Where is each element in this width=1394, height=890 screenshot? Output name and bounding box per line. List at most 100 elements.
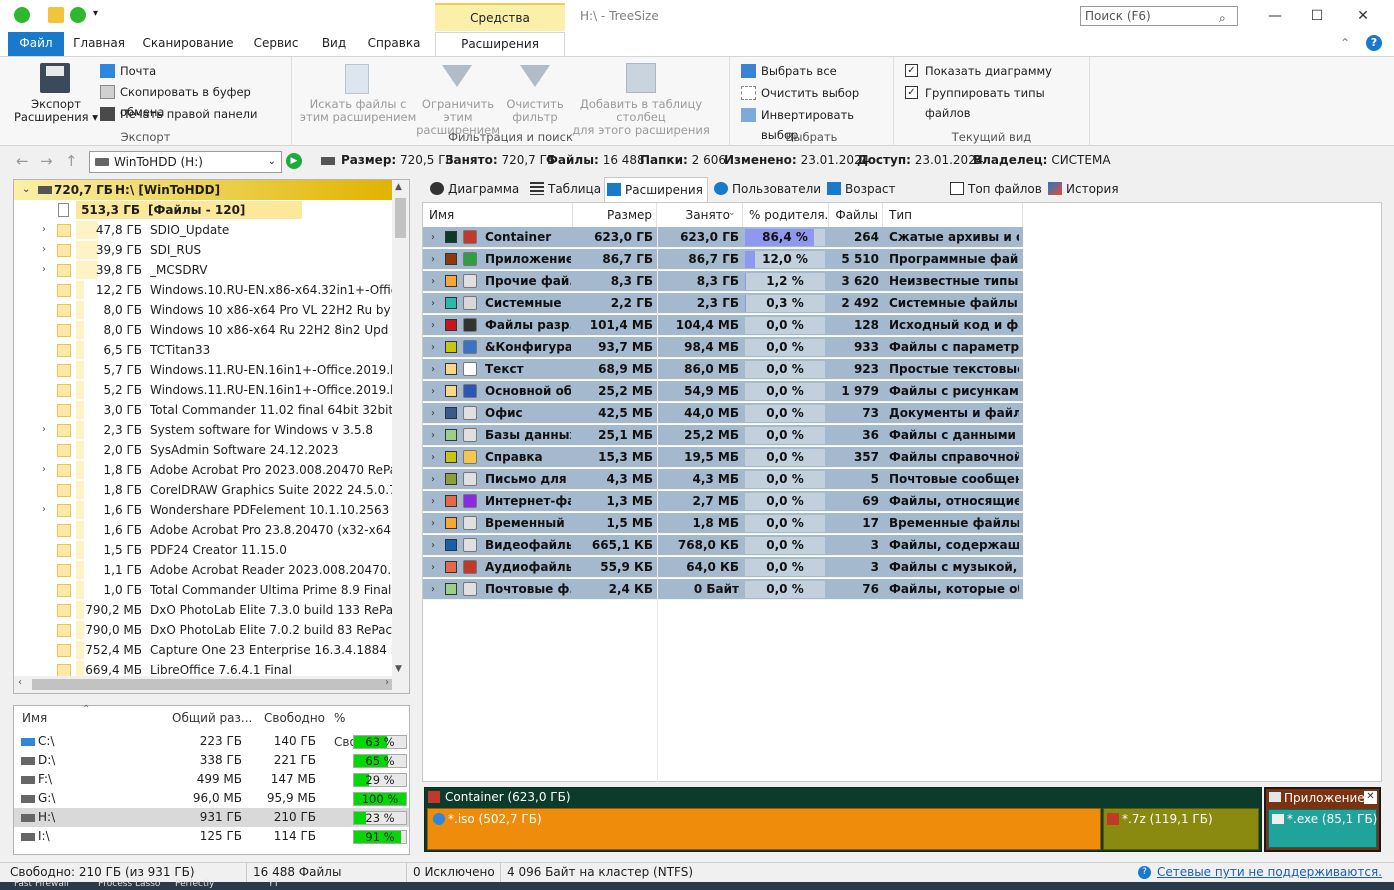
- tree-folder-row[interactable]: › 47,8 ГБ SDIO_Update: [14, 220, 392, 240]
- scroll-thumb[interactable]: [395, 198, 406, 238]
- mail-button[interactable]: Почта: [100, 61, 156, 81]
- table-row[interactable]: › Интернет-фа... 1,3 МБ 2,7 МБ 0,0 % 69 Файлы,…: [423, 491, 1023, 512]
- taskbar-item[interactable]: YT: [268, 879, 279, 889]
- col-header-name[interactable]: Имя: [423, 203, 573, 227]
- tab-view[interactable]: Вид: [316, 32, 352, 56]
- chevron-right-icon[interactable]: ›: [42, 500, 46, 520]
- collapse-ribbon-icon[interactable]: ⌃: [1340, 36, 1350, 50]
- tree-folder-row[interactable]: 1,6 ГБ Adobe Acrobat Pro 23.8.20470 (x32-…: [14, 520, 392, 540]
- tab-help[interactable]: Справка: [364, 32, 424, 56]
- table-row[interactable]: › Базы данных 25,1 МБ 25,2 МБ 0,0 % 36 Файлы с…: [423, 425, 1023, 446]
- table-row[interactable]: › Почтовые ф... 2,4 КБ 0 Байт 0,0 % 76 Файлы, …: [423, 579, 1023, 600]
- print-button[interactable]: Печать правой панели: [100, 104, 258, 124]
- tab-scan[interactable]: Сканирование: [140, 32, 236, 56]
- copy-clipboard-button[interactable]: Скопировать в буфер обмена: [100, 82, 291, 119]
- chevron-right-icon[interactable]: ›: [431, 315, 435, 336]
- clear-selection-button[interactable]: Очистить выбор: [741, 83, 859, 103]
- table-row[interactable]: › Системные 2,2 ГБ 2,3 ГБ 0,3 % 2 492 Системны…: [423, 293, 1023, 314]
- col-header-size[interactable]: Размер: [573, 203, 657, 227]
- help-icon[interactable]: ?: [1366, 35, 1382, 51]
- table-row[interactable]: › Видеофайлы 665,1 КБ 768,0 КБ 0,0 % 3 Файлы, …: [423, 535, 1023, 556]
- drive-row[interactable]: H:\ 931 ГБ 210 ГБ 23 %: [14, 808, 409, 827]
- tree-folder-row[interactable]: 8,0 ГБ Windows 10 x86-x64 Ru 22H2 8in2 Up…: [14, 320, 392, 340]
- scan-go-icon[interactable]: ▶: [286, 153, 302, 169]
- scan-icon[interactable]: [70, 7, 86, 23]
- table-row[interactable]: › Container 623,0 ГБ 623,0 ГБ 86,4 % 264 Сжаты…: [423, 227, 1023, 248]
- treemap-7z-block[interactable]: *.7z (119,1 ГБ): [1103, 808, 1259, 850]
- drive-combo[interactable]: WinToHDD (H:) ⌄: [89, 151, 282, 173]
- back-icon[interactable]: ←: [16, 152, 29, 170]
- drive-header-name[interactable]: Имя: [22, 706, 47, 730]
- chevron-right-icon[interactable]: ›: [431, 293, 435, 314]
- tree-folder-row[interactable]: 1,1 ГБ Adobe Acrobat Reader 2023.008.2047…: [14, 560, 392, 580]
- col-header-files[interactable]: Файлы: [829, 203, 883, 227]
- close-button[interactable]: ✕: [1348, 6, 1378, 26]
- chevron-right-icon[interactable]: ›: [431, 227, 435, 248]
- tree-folder-row[interactable]: 12,2 ГБ Windows.10.RU-EN.x86-x64.32in1+-O…: [14, 280, 392, 300]
- treemap-container-block[interactable]: Container (623,0 ГБ) *.iso (502,7 ГБ) *.…: [424, 787, 1262, 852]
- drive-row[interactable]: G:\ 96,0 МБ 95,9 МБ 100 %: [14, 789, 409, 808]
- find-files-button[interactable]: Искать файлы с этим расширением: [298, 98, 418, 124]
- drive-header-free[interactable]: Свободно: [264, 706, 325, 730]
- tab-diagram[interactable]: Диаграмма: [428, 177, 528, 202]
- tab-file[interactable]: Файл: [8, 32, 64, 56]
- group-types-checkbox[interactable]: ✓ Группировать типы файлов: [905, 83, 1089, 120]
- tab-top-files[interactable]: Топ файлов: [948, 177, 1042, 202]
- treemap-iso-block[interactable]: *.iso (502,7 ГБ): [427, 808, 1101, 850]
- tree-folder-row[interactable]: 3,0 ГБ Total Commander 11.02 final 64bit …: [14, 400, 392, 420]
- tree-folder-row[interactable]: › 39,8 ГБ _MCSDRV: [14, 260, 392, 280]
- tree-folder-row[interactable]: 2,0 ГБ SysAdmin Software 24.12.2023: [14, 440, 392, 460]
- table-row[interactable]: › Временный 1,5 МБ 1,8 МБ 0,0 % 17 Временные ф…: [423, 513, 1023, 534]
- scroll-up-icon[interactable]: ▲: [395, 182, 402, 192]
- table-row[interactable]: › Офис 42,5 МБ 44,0 МБ 0,0 % 73 Документы и фа…: [423, 403, 1023, 424]
- col-header-percent[interactable]: % родителя...: [743, 203, 829, 227]
- drive-row[interactable]: F:\ 499 МБ 147 МБ 29 %: [14, 770, 409, 789]
- table-row[interactable]: › Аудиофайлы 55,9 КБ 64,0 КБ 0,0 % 3 Файлы с м…: [423, 557, 1023, 578]
- tree-folder-row[interactable]: 1,8 ГБ CorelDRAW Graphics Suite 2022 24.5…: [14, 480, 392, 500]
- forward-icon[interactable]: →: [40, 152, 53, 170]
- chevron-right-icon[interactable]: ›: [431, 425, 435, 446]
- chevron-down-icon[interactable]: ⌄: [22, 180, 30, 200]
- tab-users[interactable]: Пользователи: [712, 177, 822, 202]
- chevron-right-icon[interactable]: ›: [431, 491, 435, 512]
- tree-folder-row[interactable]: › 39,9 ГБ SDI_RUS: [14, 240, 392, 260]
- tab-extensions-view[interactable]: Расширения: [604, 177, 708, 202]
- chevron-right-icon[interactable]: ›: [431, 271, 435, 292]
- table-row[interactable]: › Текст 68,9 МБ 86,0 МБ 0,0 % 923 Простые текс…: [423, 359, 1023, 380]
- tree-files-row[interactable]: 513,3 ГБ [Файлы - 120]: [14, 200, 392, 220]
- tree-folder-row[interactable]: › 1,8 ГБ Adobe Acrobat Pro 2023.008.20470 …: [14, 460, 392, 480]
- minimize-button[interactable]: —: [1260, 6, 1290, 26]
- chevron-right-icon[interactable]: ›: [42, 260, 46, 280]
- drive-row[interactable]: I:\ 125 ГБ 114 ГБ 91 %: [14, 827, 409, 846]
- scroll-down-icon[interactable]: ▼: [395, 664, 402, 674]
- open-folder-icon[interactable]: [48, 7, 64, 23]
- taskbar-item[interactable]: Fast Firewall: [14, 879, 69, 889]
- scroll-right-icon[interactable]: ›: [385, 677, 389, 688]
- chevron-right-icon[interactable]: ›: [431, 535, 435, 556]
- clear-filter-button[interactable]: Очистить фильтр: [506, 98, 564, 124]
- tree-horizontal-scrollbar[interactable]: ‹ ›: [14, 676, 409, 693]
- chevron-right-icon[interactable]: ›: [431, 337, 435, 358]
- chevron-right-icon[interactable]: ›: [431, 249, 435, 270]
- table-row[interactable]: › Справка 15,3 МБ 19,5 МБ 0,0 % 357 Файлы спра…: [423, 447, 1023, 468]
- tree-folder-row[interactable]: › 2,3 ГБ System software for Windows v 3.5…: [14, 420, 392, 440]
- chevron-right-icon[interactable]: ›: [431, 579, 435, 600]
- chevron-right-icon[interactable]: ›: [42, 420, 46, 440]
- maximize-button[interactable]: ☐: [1302, 6, 1332, 26]
- tree-vertical-scrollbar[interactable]: ▲ ▼: [392, 180, 409, 676]
- chevron-right-icon[interactable]: ›: [431, 447, 435, 468]
- tree-folder-row[interactable]: 752,4 МБ Capture One 23 Enterprise 16.3.4…: [14, 640, 392, 660]
- tree-folder-row[interactable]: 1,5 ГБ PDF24 Creator 11.15.0: [14, 540, 392, 560]
- chevron-right-icon[interactable]: ›: [42, 460, 46, 480]
- tree-folder-row[interactable]: 790,2 МБ DxO PhotoLab Elite 7.3.0 build 1…: [14, 600, 392, 620]
- drive-header-pct[interactable]: % Свободно: [334, 706, 409, 749]
- quick-access-dropdown-icon[interactable]: ▾: [93, 8, 98, 19]
- treemap-exe-block[interactable]: *.exe (85,1 ГБ): [1268, 809, 1377, 848]
- chevron-right-icon[interactable]: ›: [431, 513, 435, 534]
- tab-tools[interactable]: Сервис: [248, 32, 304, 56]
- tree-folder-row[interactable]: 790,0 МБ DxO PhotoLab Elite 7.0.2 build 8…: [14, 620, 392, 640]
- taskbar-item[interactable]: Process Lasso: [98, 879, 160, 889]
- tree-folder-row[interactable]: 6,5 ГБ TCTitan33: [14, 340, 392, 360]
- invert-selection-button[interactable]: Инвертировать выбор: [741, 105, 893, 142]
- table-row[interactable]: › Прочие фай... 8,3 ГБ 8,3 ГБ 1,2 % 3 620 Неиз…: [423, 271, 1023, 292]
